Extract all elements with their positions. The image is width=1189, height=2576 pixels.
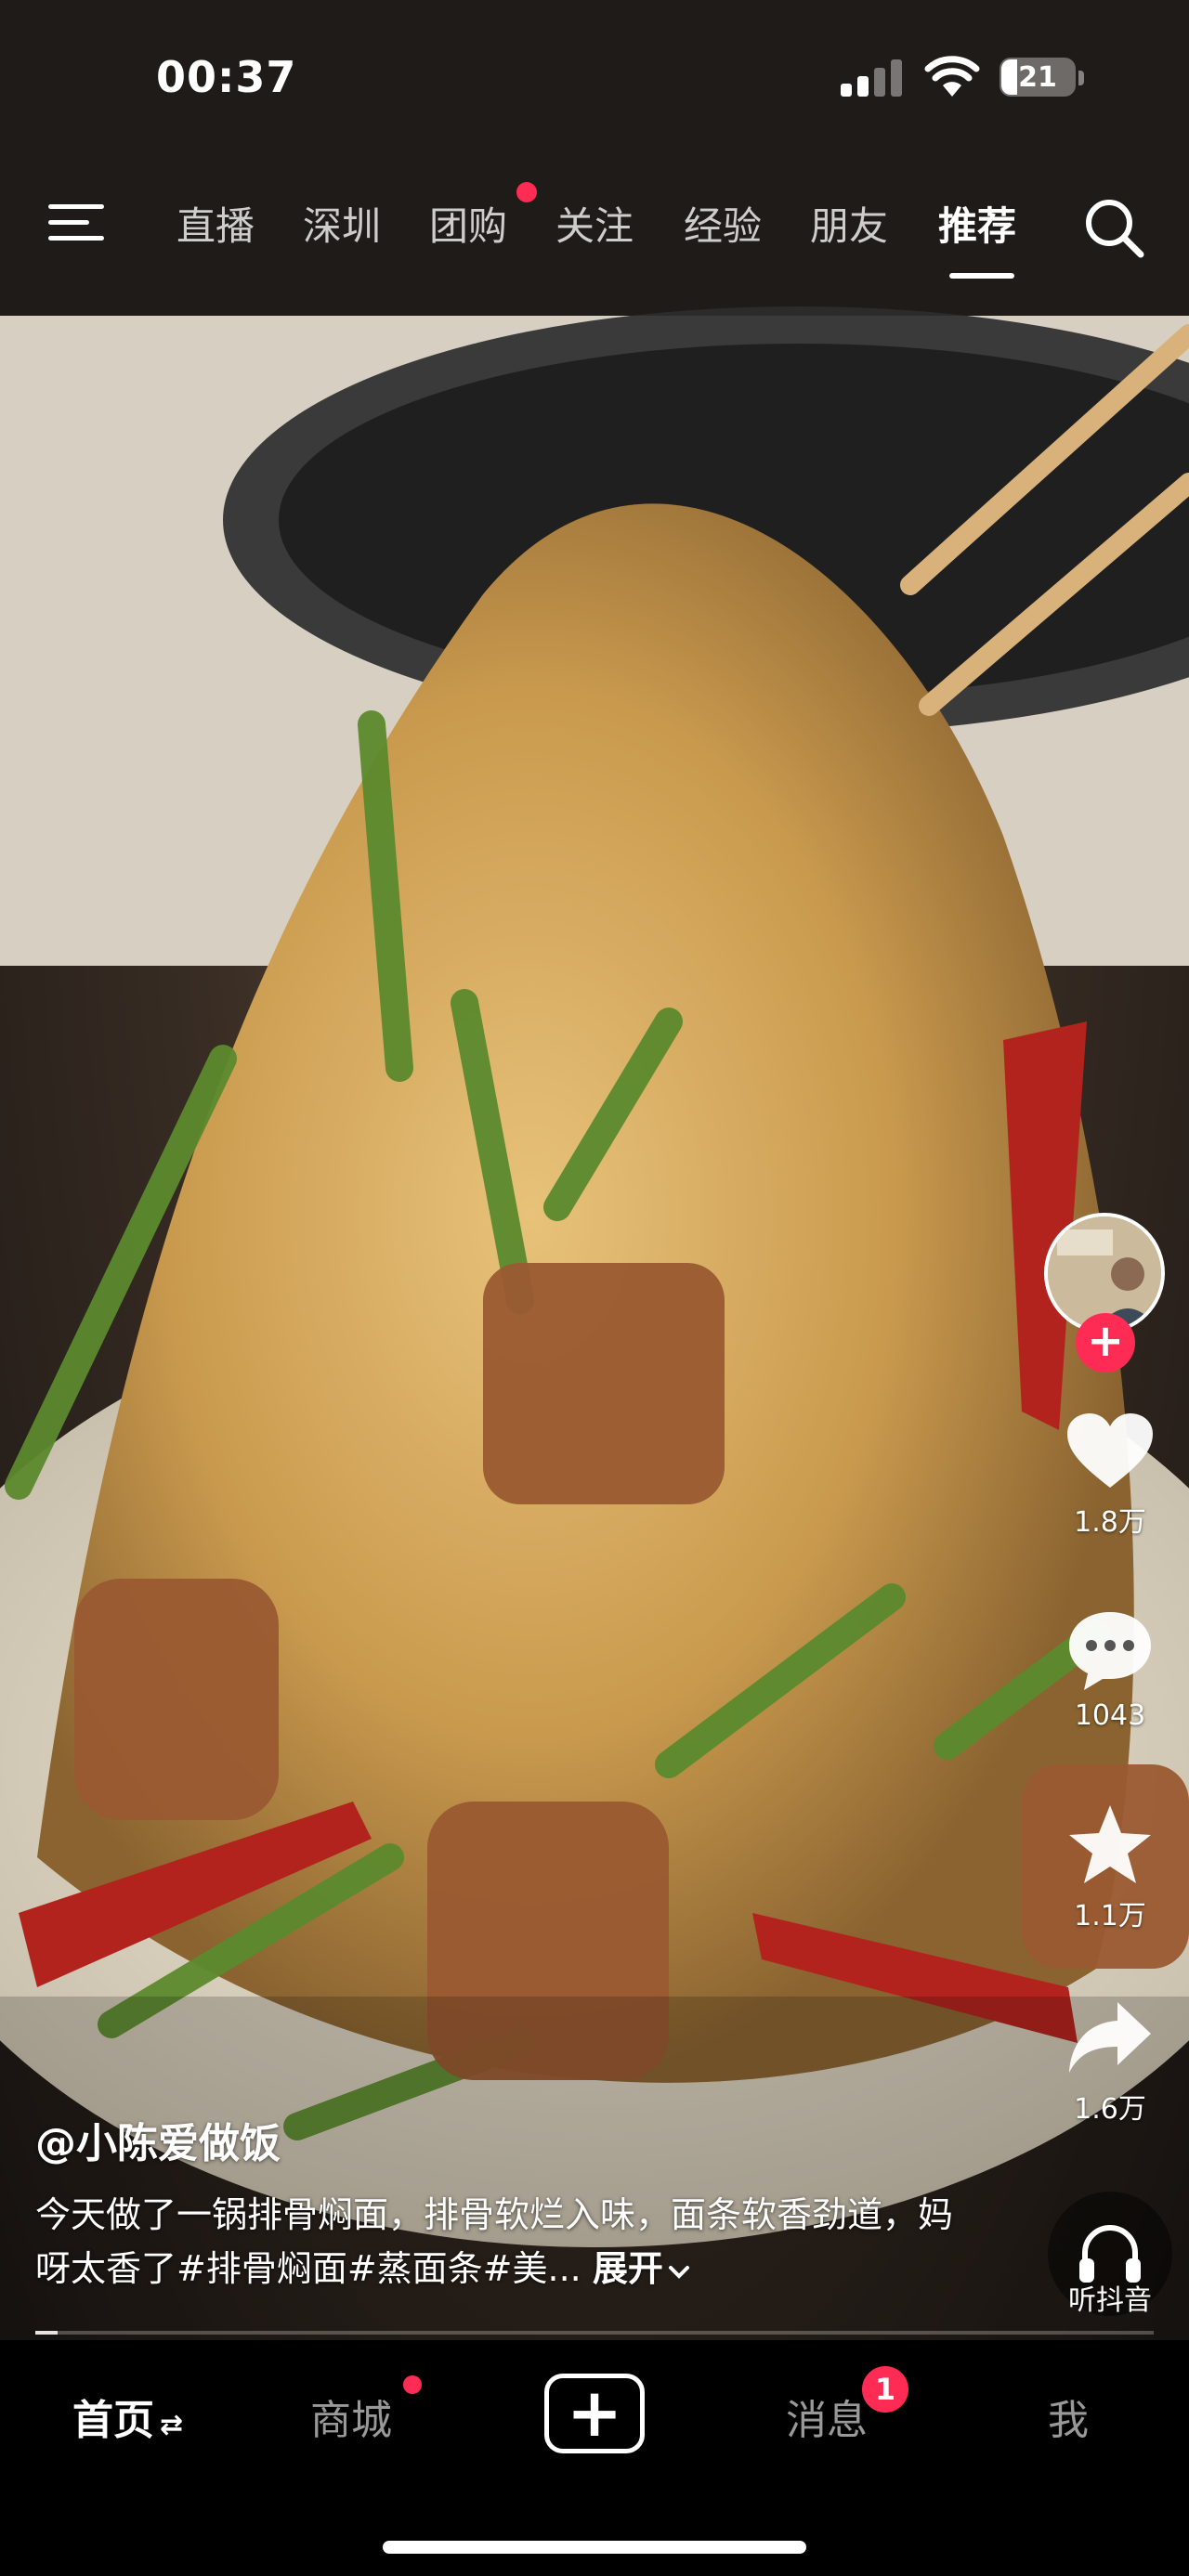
- chevron-down-icon: [668, 2265, 689, 2279]
- comment-count: 1043: [1074, 1699, 1146, 1732]
- video-progress-fill: [35, 2331, 59, 2335]
- author-name[interactable]: @小陈爱做饭: [35, 2110, 955, 2169]
- bottom-nav: 首页 ⇄ 商城 + 消息 1 我: [0, 2340, 1189, 2576]
- like-count: 1.8万: [1074, 1506, 1146, 1539]
- battery-icon: 21: [1000, 56, 1085, 100]
- nav-me[interactable]: 我: [1048, 2387, 1089, 2446]
- video-caption: @小陈爱做饭 今天做了一锅排骨焖面，排骨软烂入味，面条软香劲道，妈呀太香了#排骨…: [35, 2110, 955, 2296]
- share-count: 1.6万: [1074, 2093, 1146, 2126]
- group-buy-notification-dot: [516, 182, 537, 202]
- cellular-signal-icon: [841, 59, 902, 97]
- tab-group-buy[interactable]: 团购: [429, 195, 507, 252]
- tab-shenzhen[interactable]: 深圳: [303, 195, 381, 252]
- nav-home-label: 首页: [72, 2397, 154, 2444]
- follow-button[interactable]: +: [1076, 1313, 1135, 1373]
- star-icon: [1069, 1805, 1151, 1883]
- messages-badge: 1: [862, 2366, 908, 2413]
- switch-icon: ⇄: [160, 2409, 184, 2441]
- status-time: 00:37: [156, 52, 297, 102]
- active-tab-indicator: [949, 273, 1014, 279]
- video-progress-bar[interactable]: [35, 2331, 1154, 2335]
- tab-friends[interactable]: 朋友: [810, 195, 888, 252]
- status-bar: 00:37 21: [0, 0, 1189, 139]
- battery-level: 21: [1018, 61, 1057, 94]
- food-image: [0, 0, 1189, 2340]
- menu-icon[interactable]: [46, 199, 108, 247]
- heart-icon: [1067, 1413, 1153, 1488]
- top-nav: 直播 深圳 团购 关注 经验 朋友 推荐: [0, 176, 1189, 288]
- comment-button[interactable]: 1043: [1031, 1608, 1189, 1732]
- create-button[interactable]: +: [544, 2374, 645, 2453]
- tab-following[interactable]: 关注: [555, 195, 634, 252]
- description-text: 今天做了一锅排骨焖面，排骨软烂入味，面条软香劲道，妈呀太香了#排骨焖面#蒸面条#…: [35, 2194, 954, 2289]
- mall-notification-dot: [403, 2375, 422, 2394]
- share-arrow-icon: [1069, 2002, 1151, 2073]
- nav-messages[interactable]: 消息: [786, 2387, 868, 2446]
- nav-mall[interactable]: 商城: [310, 2387, 392, 2446]
- tab-live[interactable]: 直播: [176, 195, 255, 252]
- favorite-button[interactable]: 1.1万: [1031, 1802, 1189, 1933]
- like-button[interactable]: 1.8万: [1031, 1412, 1189, 1540]
- search-icon[interactable]: [1081, 195, 1146, 260]
- video-frame[interactable]: [0, 0, 1189, 2340]
- home-indicator: [383, 2541, 806, 2554]
- nav-home[interactable]: 首页 ⇄: [72, 2387, 183, 2446]
- wifi-icon: [924, 56, 980, 97]
- listen-douyin-label: 听抖音: [1068, 2284, 1152, 2317]
- expand-button[interactable]: 展开: [593, 2248, 691, 2289]
- plus-icon: +: [566, 2374, 623, 2452]
- video-feed-screen: 00:37 21 直播 深圳 团购 关注 经验 朋友 推荐 + 1.8万 104…: [0, 0, 1189, 2576]
- comment-icon: [1069, 1612, 1151, 1690]
- favorite-count: 1.1万: [1074, 1900, 1146, 1932]
- share-button[interactable]: 1.6万: [1031, 1998, 1189, 2127]
- action-rail: + 1.8万 1043 1.1万 1.6万 听抖音: [1031, 1207, 1189, 2340]
- tab-experience[interactable]: 经验: [684, 195, 762, 252]
- tab-recommended[interactable]: 推荐: [938, 195, 1016, 252]
- video-description[interactable]: 今天做了一锅排骨焖面，排骨软烂入味，面条软香劲道，妈呀太香了#排骨焖面#蒸面条#…: [35, 2188, 955, 2296]
- expand-label: 展开: [592, 2248, 663, 2289]
